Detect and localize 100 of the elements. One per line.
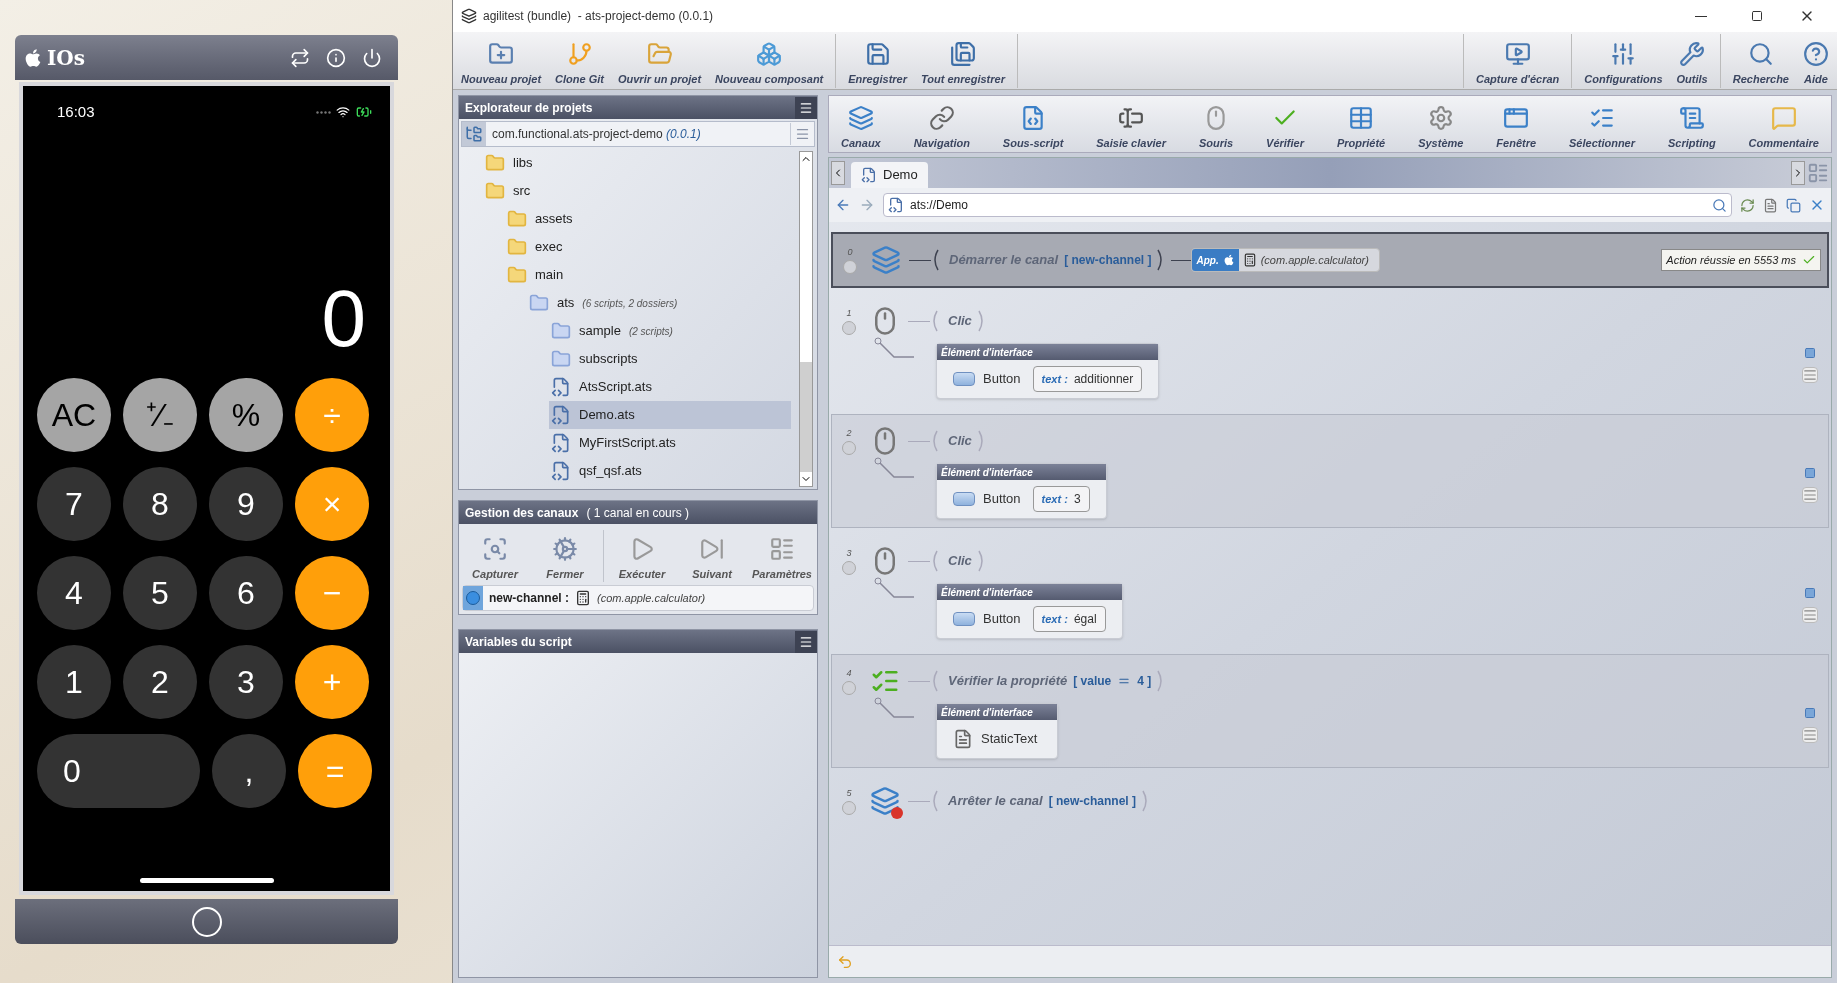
back-icon[interactable] <box>835 197 851 213</box>
criteria-field[interactable]: text : additionner <box>1032 366 1143 392</box>
tree-item[interactable]: libs <box>483 149 791 177</box>
channel-tool-button[interactable]: Paramètres <box>754 530 810 582</box>
drag-handle-icon[interactable] <box>1802 487 1818 503</box>
refresh-icon[interactable] <box>1740 197 1755 213</box>
tab-list-icon[interactable] <box>1807 161 1829 185</box>
scrollbar[interactable] <box>799 151 813 487</box>
select-toggle-icon[interactable] <box>1804 707 1816 719</box>
calculator-key[interactable]: 6 <box>209 556 283 630</box>
channel-tool-button[interactable]: Capturer <box>467 530 523 582</box>
select-toggle-icon[interactable] <box>1804 467 1816 479</box>
document-icon[interactable] <box>1763 197 1778 213</box>
toolbar-button[interactable]: Propriété <box>1332 97 1390 151</box>
toolbar-button[interactable]: Saisie clavier <box>1092 97 1170 151</box>
script-action[interactable]: 3 Clic Élément d'interface Button text : égal <box>831 534 1829 648</box>
calculator-key[interactable]: 0 <box>37 734 200 808</box>
toolbar-button[interactable]: Sous-script <box>998 97 1068 151</box>
calculator-key[interactable]: 4 <box>37 556 111 630</box>
breakpoint-toggle[interactable] <box>842 440 856 455</box>
breakpoint-toggle[interactable] <box>842 800 856 815</box>
toolbar-button[interactable]: Nouveau projet <box>457 33 546 88</box>
drag-handle-icon[interactable] <box>1802 607 1818 623</box>
calculator-key[interactable]: AC <box>37 378 111 452</box>
toolbar-button[interactable]: Commentaire <box>1744 97 1823 151</box>
criteria-field[interactable]: text : égal <box>1032 606 1106 632</box>
toolbar-button[interactable]: Clone Git <box>551 33 608 88</box>
tree-item[interactable]: assets <box>505 205 791 233</box>
tree-item[interactable]: qsf_qsf.ats <box>549 457 791 485</box>
tab-scroll-right-icon[interactable] <box>1791 161 1805 185</box>
toolbar-button[interactable]: Enregistrer <box>844 33 911 88</box>
power-icon[interactable] <box>362 47 382 68</box>
minimize-icon[interactable] <box>1695 15 1707 17</box>
drag-handle-icon[interactable] <box>1802 367 1818 383</box>
toolbar-button[interactable]: Canaux <box>837 97 885 151</box>
tree-item[interactable]: exec <box>505 233 791 261</box>
toolbar-button[interactable]: Tout enregistrer <box>917 33 1009 88</box>
editor-tab[interactable]: Demo <box>851 162 928 188</box>
script-action[interactable]: 0 Démarrer le canal [ new-channel ] App. (com.apple.calculator) Action réussie en 5553 ms <box>831 232 1829 288</box>
menu-icon[interactable] <box>795 96 817 119</box>
toolbar-button[interactable]: Souris <box>1194 97 1238 151</box>
tree-item[interactable]: Demo.ats <box>549 401 791 429</box>
undo-icon[interactable] <box>837 953 853 970</box>
script-action[interactable]: 2 Clic Élément d'interface Button text : 3 <box>831 414 1829 528</box>
toolbar-button[interactable]: Sélectionner <box>1565 97 1640 151</box>
script-action[interactable]: 4 Vérifier la propriété [ value 4 ] Élément d'interface StaticText <box>831 654 1829 768</box>
toolbar-button[interactable]: Aide <box>1799 33 1833 88</box>
calculator-key[interactable]: 3 <box>209 645 283 719</box>
calculator-key[interactable]: 9 <box>209 467 283 541</box>
toolbar-button[interactable]: Vérifier <box>1262 97 1308 151</box>
calculator-key[interactable]: 8 <box>123 467 197 541</box>
breakpoint-toggle[interactable] <box>842 560 856 575</box>
tree-item[interactable]: ats (6 scripts, 2 dossiers) <box>527 289 791 317</box>
channel-tool-button[interactable]: Suivant <box>684 530 740 582</box>
repeat-icon[interactable] <box>290 47 310 68</box>
tree-item[interactable]: subscripts <box>549 345 791 373</box>
calculator-key[interactable]: 5 <box>123 556 197 630</box>
tree-item[interactable]: src <box>483 177 791 205</box>
breakpoint-toggle[interactable] <box>842 680 856 695</box>
home-button[interactable] <box>191 906 222 937</box>
toolbar-button[interactable]: Fenêtre <box>1492 97 1541 151</box>
toolbar-button[interactable]: Recherche <box>1728 33 1793 88</box>
toolbar-button[interactable]: Configurations <box>1580 33 1667 88</box>
element-card[interactable]: Élément d'interface Button text : 3 <box>936 463 1107 519</box>
calculator-key[interactable]: % <box>209 378 283 452</box>
breakpoint-toggle[interactable] <box>843 259 857 274</box>
toolbar-button[interactable]: Capture d'écran <box>1472 33 1564 88</box>
element-card[interactable]: Élément d'interface StaticText <box>936 703 1059 759</box>
criteria-field[interactable]: text : 3 <box>1032 486 1090 512</box>
copy-icon[interactable] <box>1786 197 1801 213</box>
channel-row[interactable]: new-channel : (com.apple.calculator) <box>462 585 814 611</box>
channel-tool-button[interactable]: Exécuter <box>614 530 670 582</box>
calculator-key[interactable]: ⁺∕₋ <box>123 378 197 452</box>
select-toggle-icon[interactable] <box>1804 347 1816 359</box>
element-card[interactable]: Élément d'interface Button text : additionner <box>936 343 1160 399</box>
element-card[interactable]: Élément d'interface Button text : égal <box>936 583 1123 639</box>
address-field[interactable]: ats://Demo <box>883 193 1732 217</box>
search-icon[interactable] <box>1712 197 1727 213</box>
calculator-key[interactable]: 2 <box>123 645 197 719</box>
script-action[interactable]: 5 Arrêter le canal [ new-channel ] <box>831 774 1829 828</box>
tree-item[interactable]: main <box>505 261 791 289</box>
toolbar-button[interactable]: Nouveau composant <box>711 33 828 88</box>
select-toggle-icon[interactable] <box>1804 587 1816 599</box>
info-icon[interactable] <box>326 47 346 68</box>
toolbar-button[interactable]: Ouvrir un projet <box>613 33 706 88</box>
tree-item[interactable]: AtsScript.ats <box>549 373 791 401</box>
script-action[interactable]: 1 Clic Élément d'interface Button text : additionner <box>831 294 1829 408</box>
drag-handle-icon[interactable] <box>1802 727 1818 743</box>
channel-tool-button[interactable]: Fermer <box>537 530 593 582</box>
maximize-icon[interactable] <box>1751 10 1763 22</box>
toolbar-button[interactable]: Scripting <box>1663 97 1720 151</box>
menu-icon[interactable] <box>795 630 817 653</box>
toolbar-button[interactable]: Système <box>1414 97 1468 151</box>
toolbar-button[interactable]: Navigation <box>909 97 974 151</box>
tab-scroll-left-icon[interactable] <box>831 161 845 185</box>
toolbar-button[interactable]: Outils <box>1672 33 1712 88</box>
calculator-key[interactable]: 7 <box>37 467 111 541</box>
calculator-key[interactable]: 1 <box>37 645 111 719</box>
forward-icon[interactable] <box>859 197 875 213</box>
tree-item[interactable]: sample (2 scripts) <box>549 317 791 345</box>
